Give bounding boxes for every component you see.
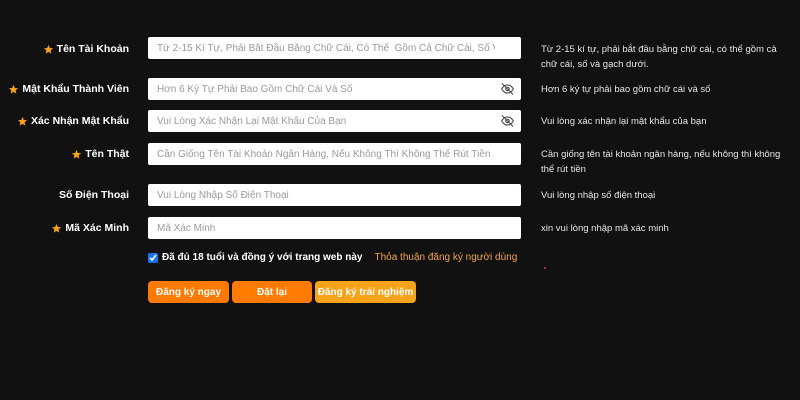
password-hint: Hơn 6 ký tự phải bao gồm chữ cái và số: [541, 84, 711, 95]
trial-register-button[interactable]: Đăng ký trải nghiệm: [315, 281, 416, 303]
username-input[interactable]: [148, 37, 521, 59]
captcha-hint: xin vui lòng nhập mã xác minh: [541, 223, 669, 234]
phone-input[interactable]: [148, 184, 521, 206]
field-label-text: Tên Thật: [85, 148, 129, 160]
star-icon: [17, 116, 28, 126]
password-input-wrap: [148, 78, 521, 100]
star-icon: [52, 223, 62, 233]
field-label: Tên Thật: [71, 148, 129, 160]
captcha-input[interactable]: [148, 217, 521, 239]
real-name-input-wrap: [148, 143, 521, 165]
eye-slash-icon[interactable]: [500, 82, 515, 96]
user-agreement-link[interactable]: Thỏa thuận đăng ký người dùng: [374, 252, 517, 263]
field-label: Tên Tài Khoản: [43, 43, 129, 55]
confirm-password-input[interactable]: [148, 110, 521, 132]
agreement-row: Đã đủ 18 tuổi và đồng ý với trang web nà…: [148, 252, 517, 263]
field-label-text: Mã Xác Minh: [65, 222, 129, 234]
field-label: Mã Xác Minh: [51, 222, 129, 234]
star-icon: [9, 84, 19, 94]
agreement-checkbox[interactable]: [148, 252, 158, 263]
field-label-text: Số Điện Thoại: [58, 189, 129, 201]
field-label: Xác Nhận Mật Khẩu: [17, 115, 129, 127]
confirm-password-input-wrap: [148, 110, 521, 132]
field-label-text: Mật Khẩu Thành Viên: [22, 83, 129, 95]
real-name-input[interactable]: [148, 143, 521, 165]
captcha-input-wrap: [148, 217, 521, 239]
field-label-text: Xác Nhận Mật Khẩu: [30, 115, 129, 127]
phone-input-wrap: [148, 184, 521, 206]
field-label-text: Tên Tài Khoản: [56, 43, 129, 55]
field-label: Mật Khẩu Thành Viên: [8, 83, 129, 95]
username-hint: Từ 2-15 kí tự, phải bắt đầu bằng chữ cái…: [541, 44, 777, 70]
register-button[interactable]: Đăng ký ngay: [148, 281, 229, 303]
username-input-wrap: [148, 37, 521, 59]
confirm-password-hint: Vui lòng xác nhận lại mật khẩu của bạn: [541, 116, 707, 127]
star-icon: [72, 149, 82, 159]
field-label: Số Điện Thoại: [59, 189, 129, 201]
password-input[interactable]: [148, 78, 521, 100]
star-icon: [43, 44, 53, 54]
eye-slash-icon[interactable]: [500, 114, 515, 128]
phone-hint: Vui lòng nhập số điện thoại: [541, 190, 656, 201]
decorative-dot: [544, 267, 546, 269]
reset-button[interactable]: Đặt lại: [232, 281, 312, 303]
agreement-text: Đã đủ 18 tuổi và đồng ý với trang web nà…: [162, 252, 363, 263]
real-name-hint: Cần giống tên tài khoản ngân hàng, nếu k…: [541, 149, 781, 175]
